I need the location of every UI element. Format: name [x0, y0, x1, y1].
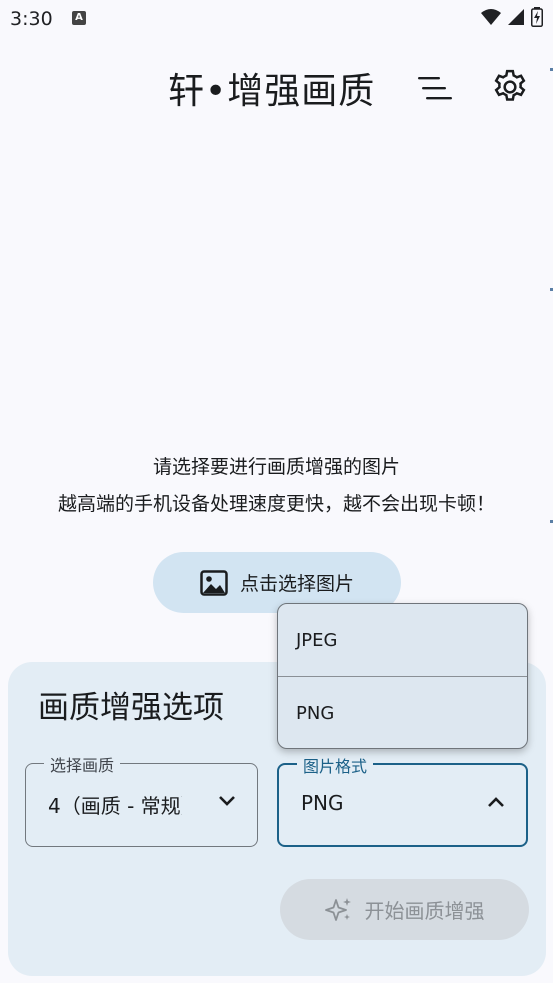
start-enhance-button[interactable]: 开始画质增强 — [280, 879, 529, 940]
gear-icon — [494, 69, 526, 101]
wifi-icon — [481, 9, 501, 25]
sort-lines-icon — [418, 77, 452, 100]
quality-select[interactable]: 选择画质 4（画质 - 常规） — [25, 752, 258, 847]
dropdown-item-jpeg[interactable]: JPEG — [278, 604, 527, 676]
sparkle-icon — [324, 897, 351, 921]
hint-text-line2: 越高端的手机设备处理速度更快，越不会出现卡顿！ — [57, 493, 495, 515]
options-title: 画质增强选项 — [38, 690, 224, 726]
format-dropdown-menu: JPEG PNG — [277, 603, 528, 749]
chevron-down-icon — [219, 796, 235, 806]
page-title: 轩•增强画质 — [168, 71, 376, 112]
start-enhance-label: 开始画质增强 — [364, 899, 485, 923]
dropdown-item-png[interactable]: PNG — [278, 677, 527, 748]
hint-text-line1: 请选择要进行画质增强的图片 — [152, 456, 400, 478]
status-time: 3:30 — [10, 8, 53, 30]
settings-button[interactable] — [487, 64, 533, 110]
pick-image-label: 点击选择图片 — [239, 573, 354, 595]
battery-icon — [531, 7, 543, 27]
signal-icon — [508, 9, 524, 25]
notification-icon: A — [72, 11, 86, 25]
chevron-up-icon — [488, 797, 504, 807]
quality-value: 4（画质 - 常规） — [48, 794, 182, 818]
image-icon — [200, 569, 228, 596]
status-bar: 3:30 A — [0, 0, 553, 38]
format-label: 图片格式 — [297, 753, 374, 777]
status-icons — [481, 7, 543, 27]
format-value: PNG — [301, 791, 344, 815]
quality-label: 选择画质 — [44, 752, 121, 776]
menu-button[interactable] — [413, 68, 457, 108]
format-select[interactable]: 图片格式 PNG — [277, 753, 528, 847]
